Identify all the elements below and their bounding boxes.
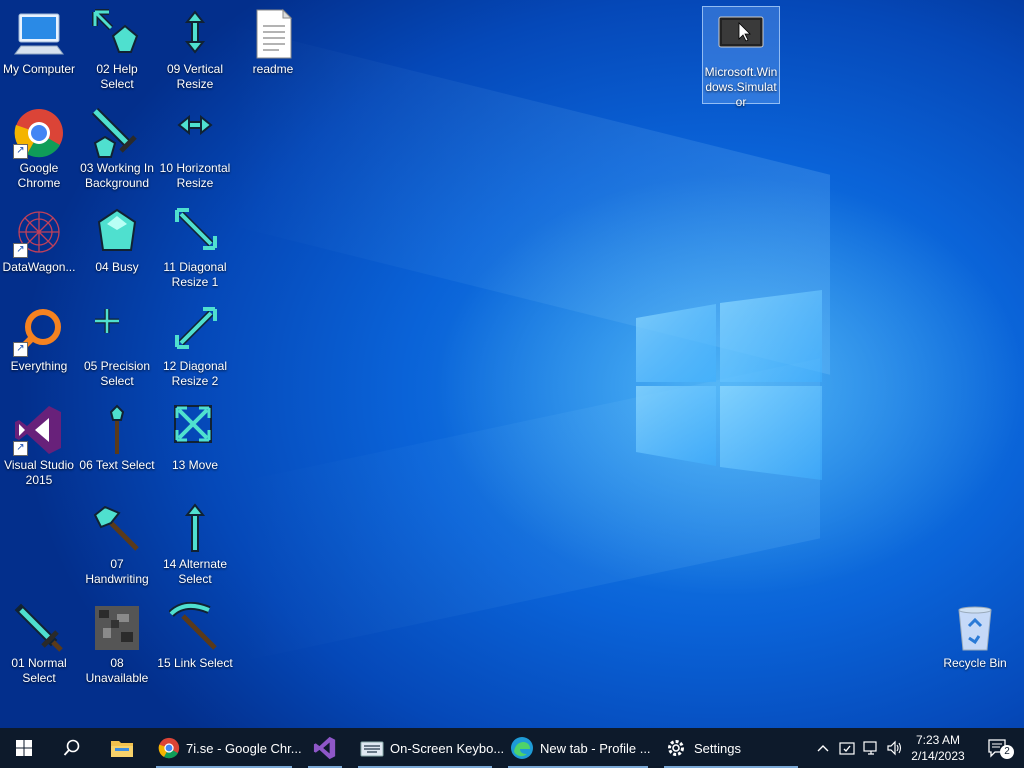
desktop-icon-recycle-bin[interactable]: Recycle Bin [937,598,1013,671]
desktop-icon-11-diagonal-resize-1[interactable]: 11 Diagonal Resize 1 [157,202,233,290]
desktop-icon-13-move[interactable]: 13 Move [157,400,233,473]
keyboard-icon [360,741,384,757]
diamond-axe-icon [93,505,139,551]
security-icon [839,742,855,755]
chrome-icon [158,737,180,759]
desktop-icon-datawagon[interactable]: ↗ DataWagon... [1,202,77,275]
desktop-icon-02-help-select[interactable]: 02 Help Select [79,4,155,92]
network-icon [863,741,877,755]
clock-date: 2/14/2023 [911,749,965,763]
desktop-icon-12-diagonal-resize-2[interactable]: 12 Diagonal Resize 2 [157,301,233,389]
horizontal-resize-icon [177,114,213,136]
taskbar-chrome-window[interactable]: 7i.se - Google Chr... [150,728,302,768]
desktop-icon-05-precision-select[interactable]: 05 Precision Select [79,301,155,389]
diagonal-resize-2-icon [175,307,217,349]
taskbar-on-screen-keyboard[interactable]: On-Screen Keybo... [352,728,504,768]
search-button[interactable] [48,728,96,768]
start-button[interactable] [0,728,48,768]
shortcut-arrow-icon: ↗ [13,342,28,357]
text-file-icon [256,8,293,59]
help-select-icon [92,9,139,53]
alternate-select-icon [184,503,206,552]
desktop-icon-15-link-select[interactable]: 15 Link Select [157,598,233,671]
crosshair-icon [95,309,119,333]
taskbar-clock[interactable]: 7:23 AM 2/14/2023 [900,732,976,764]
diagonal-resize-1-icon [175,208,217,250]
taskbar-settings-window[interactable]: Settings [658,728,804,768]
taskbar-visual-studio[interactable] [302,728,348,768]
desktop-icon-google-chrome[interactable]: ↗ Google Chrome [1,103,77,191]
desktop-icon-visual-studio[interactable]: ↗ Visual Studio 2015 [1,400,77,488]
diamond-icon [97,208,137,251]
working-background-icon [91,107,137,158]
move-icon [174,405,212,443]
chevron-up-icon [817,745,829,752]
desktop-icon-microsoft-windows-simulator[interactable]: Microsoft.Windows.Simulator [702,6,780,109]
tray-network[interactable] [860,728,882,768]
desktop-icon-everything[interactable]: ↗ Everything [1,301,77,374]
tray-show-hidden-icons[interactable] [812,728,834,768]
windows-start-icon [16,740,32,756]
edge-icon [511,737,533,759]
desktop-icon-my-computer[interactable]: My Computer [1,4,77,77]
desktop-icon-10-horizontal-resize[interactable]: 10 Horizontal Resize [157,103,233,191]
action-center-button[interactable]: 2 [978,728,1018,768]
computer-icon [14,13,64,55]
taskbar-edge-window[interactable]: New tab - Profile ... [502,728,654,768]
desktop-icon-09-vertical-resize[interactable]: 09 Vertical Resize [157,4,233,92]
visual-studio-icon [313,736,336,760]
bedrock-block-icon [95,606,139,650]
notification-count-badge: 2 [1000,745,1014,759]
folder-icon [111,741,133,757]
taskbar: 7i.se - Google Chr... On-Screen Keybo...… [0,728,1024,768]
shortcut-arrow-icon: ↗ [13,243,28,258]
desktop-icon-06-text-select[interactable]: 06 Text Select [79,400,155,473]
desktop-icon-14-alternate-select[interactable]: 14 Alternate Select [157,499,233,587]
tray-security[interactable] [836,728,858,768]
desktop-icon-08-unavailable[interactable]: 08 Unavailable [79,598,155,686]
taskbar-file-explorer[interactable] [98,728,146,768]
desktop-icon-04-busy[interactable]: 04 Busy [79,202,155,275]
diamond-sword-icon [14,603,63,652]
clock-time: 7:23 AM [915,733,961,747]
vertical-resize-icon [184,10,206,54]
search-icon [63,739,80,756]
simulator-icon [718,16,764,48]
desktop-icon-readme[interactable]: readme [235,4,311,77]
diamond-pickaxe-icon [169,602,217,650]
recycle-bin-icon [958,606,992,651]
gear-icon [668,740,684,756]
desktop-icon-07-handwriting[interactable]: 07 Handwriting [79,499,155,587]
text-select-icon [109,404,125,454]
shortcut-arrow-icon: ↗ [13,441,28,456]
desktop-icon-01-normal-select[interactable]: 01 Normal Select [1,598,77,686]
desktop-icon-03-working-in-background[interactable]: 03 Working In Background [79,103,155,191]
shortcut-arrow-icon: ↗ [13,144,28,159]
windows-logo-wallpaper [636,290,822,480]
